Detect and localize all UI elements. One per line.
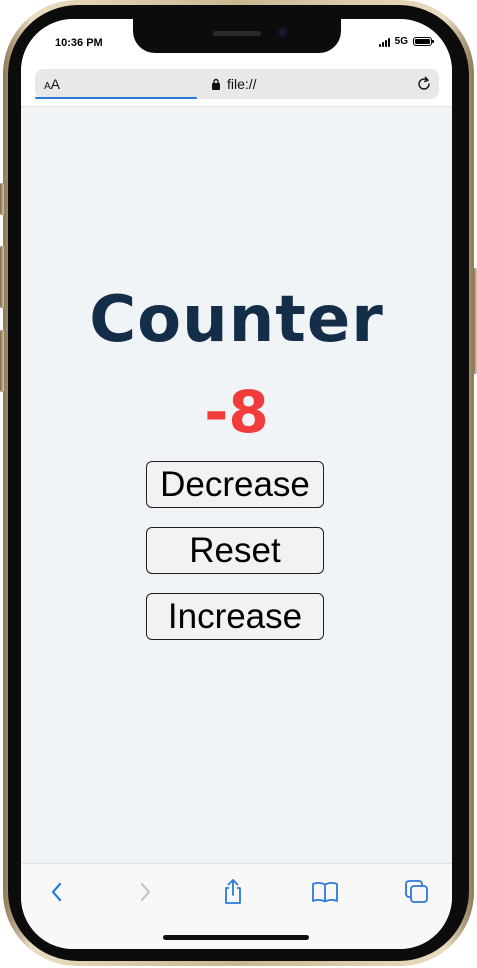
phone-screen: 10:36 PM 5G AA file:// Counter -8 Decrea… <box>21 19 452 949</box>
tabs-icon[interactable] <box>403 878 431 906</box>
volume-up-button <box>0 246 4 308</box>
share-icon[interactable] <box>219 878 247 906</box>
page-load-progress <box>35 97 197 99</box>
url-text: file:// <box>227 76 257 92</box>
reload-icon[interactable] <box>415 75 433 93</box>
counter-value: -8 <box>204 378 269 446</box>
bookmarks-icon[interactable] <box>311 878 339 906</box>
back-icon[interactable] <box>43 878 71 906</box>
speaker-grille <box>213 31 261 36</box>
forward-icon[interactable] <box>131 878 159 906</box>
home-indicator[interactable] <box>163 935 309 940</box>
status-bar: 10:36 PM 5G <box>21 19 452 65</box>
web-page: Counter -8 Decrease Reset Increase <box>21 107 452 863</box>
lock-icon <box>212 78 220 90</box>
text-size-button[interactable]: AA <box>44 76 60 92</box>
url-display[interactable]: file:// <box>211 76 257 92</box>
action-button <box>0 183 4 215</box>
network-type: 5G <box>394 36 408 47</box>
battery-icon <box>413 37 434 46</box>
notch <box>133 19 341 53</box>
volume-down-button <box>0 330 4 392</box>
front-camera-icon <box>277 27 288 38</box>
power-button <box>473 268 477 374</box>
reset-button[interactable]: Reset <box>146 527 324 574</box>
address-bar[interactable]: AA file:// <box>35 69 439 99</box>
browser-address-area: AA file:// <box>21 65 452 107</box>
signal-icon <box>378 37 390 47</box>
increase-button[interactable]: Increase <box>146 593 324 640</box>
decrease-button[interactable]: Decrease <box>146 461 324 508</box>
status-indicators: 5G <box>378 36 434 47</box>
page-title: Counter <box>89 283 384 357</box>
status-time: 10:36 PM <box>55 37 103 49</box>
